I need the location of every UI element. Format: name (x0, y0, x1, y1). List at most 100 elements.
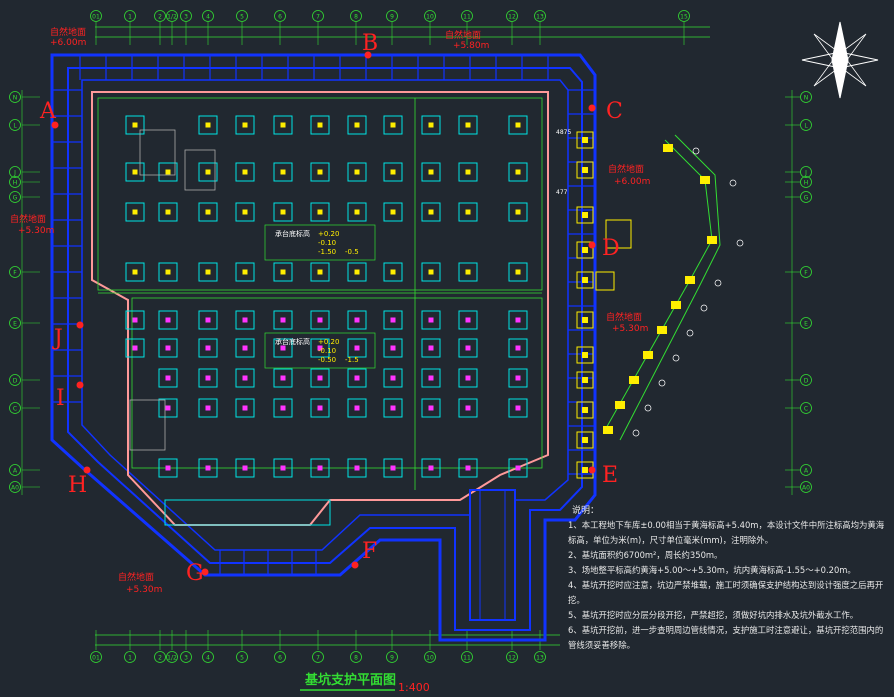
note-6: 6、基坑开挖前，进一步查明周边管线情况，支护施工时注意避让，基坑开挖范围内的管线… (568, 625, 884, 650)
note-lower-3: -0.50 (318, 356, 336, 364)
top-axis-label: 3 (184, 14, 188, 21)
pile-dot (242, 317, 248, 323)
pile-dot (280, 269, 286, 275)
pile-dot (242, 169, 248, 175)
note-5: 5、基坑开挖时应分层分段开挖，严禁超挖，须做好坑内排水及坑外截水工作。 (568, 610, 859, 620)
pile-dot (515, 405, 521, 411)
natural-ground-left: 自然地面 (10, 213, 46, 225)
natural-ground-top-left: 自然地面 (50, 26, 86, 38)
pile-dot (165, 209, 171, 215)
left-axis-label: G (13, 195, 18, 202)
detail-node (671, 301, 681, 309)
pile-dot (515, 209, 521, 215)
pile-dot (132, 169, 138, 175)
detail-node (685, 276, 695, 284)
right-pile-dot (582, 137, 588, 143)
pile-dot (515, 269, 521, 275)
elev-right-upper: +6.00m (614, 177, 650, 187)
pile-dot (280, 209, 286, 215)
note-2: 2、基坑面积约6700m²，周长约350m。 (568, 550, 723, 560)
section-dot (351, 561, 359, 569)
pile-dot (242, 122, 248, 128)
note-3: 3、场地整平标高约黄海+5.00～+5.30m，坑内黄海标高-1.55～+0.2… (568, 565, 856, 575)
right-axis-label: H (804, 180, 809, 187)
top-axis-label: 7 (316, 14, 320, 21)
pile-dot (242, 345, 248, 351)
top-axis-label: 2 (158, 14, 162, 21)
note-upper-4: -0.5 (345, 248, 359, 256)
pile-dot (465, 169, 471, 175)
top-axis-label: 15 (680, 14, 688, 21)
detail-node (700, 176, 710, 184)
pile-dot (242, 375, 248, 381)
pile-dot (165, 465, 171, 471)
bottom-axis-label: 5 (240, 655, 244, 662)
pile-dot (205, 169, 211, 175)
top-axis-label: 01 (92, 14, 100, 21)
elev-bottom-left: +5.30m (126, 585, 162, 595)
section-dot (588, 466, 596, 474)
pile-dot (428, 317, 434, 323)
pile-dot (165, 269, 171, 275)
top-axis-label: 6 (278, 14, 282, 21)
bottom-axis-label: 8 (354, 655, 358, 662)
pile-dot (354, 169, 360, 175)
note-lower-2: -0.10 (318, 347, 336, 355)
right-axis-label: J (804, 170, 807, 177)
pile-dot (280, 169, 286, 175)
pile-dot (465, 375, 471, 381)
pile-dot (205, 345, 211, 351)
pile-dot (205, 122, 211, 128)
pile-dot (428, 169, 434, 175)
pile-dot (205, 375, 211, 381)
drawing-scale: 1:400 (398, 681, 430, 694)
note-lower-1: +0.20 (318, 338, 339, 346)
right-pile-dot (582, 437, 588, 443)
top-axis-label: 4 (206, 14, 210, 21)
pile-dot (280, 375, 286, 381)
pile-dot (354, 317, 360, 323)
pile-dot (390, 317, 396, 323)
right-pile-dot (582, 277, 588, 283)
pile-dot (515, 465, 521, 471)
section-letter: I (56, 386, 65, 411)
pile-dot (354, 405, 360, 411)
section-letter: G (186, 561, 204, 586)
pile-dot (132, 269, 138, 275)
drawing-canvas: 01 1 2 1/2 3 4 5 6 7 8 9 10 11 12 13 15 NLJHGFEDCAA0 NL… (0, 0, 894, 697)
top-axis-label: 8 (354, 14, 358, 21)
left-axis-label: H (13, 180, 18, 187)
section-letter: J (52, 326, 63, 351)
section-letter: H (68, 473, 87, 498)
bottom-axis-label: 4 (206, 655, 210, 662)
natural-ground-right-upper: 自然地面 (608, 163, 644, 175)
pile-dot (354, 345, 360, 351)
section-dot (76, 321, 84, 329)
right-axis-label: D (804, 378, 809, 385)
bottom-axis-label: 3 (184, 655, 188, 662)
pile-dot (317, 375, 323, 381)
section-dot (588, 104, 596, 112)
bottom-axis-label: 13 (536, 655, 544, 662)
pile-dot (465, 209, 471, 215)
section-letter: E (602, 463, 618, 488)
pile-dot (390, 122, 396, 128)
top-axis-label: 13 (536, 14, 544, 21)
right-axis-label: A0 (802, 485, 810, 492)
bottom-axis-label: 9 (390, 655, 394, 662)
top-axis-label: 11 (463, 14, 471, 21)
section-dot (588, 241, 596, 249)
bottom-axis-label: 10 (426, 655, 434, 662)
pile-dot (390, 375, 396, 381)
note-upper-3: -1.50 (318, 248, 336, 256)
pile-dot (317, 269, 323, 275)
left-axis-label: D (13, 378, 18, 385)
top-axis-label: 1/2 (167, 14, 177, 21)
detail-node (707, 236, 717, 244)
pile-dot (317, 169, 323, 175)
pile-dot (428, 269, 434, 275)
detail-node (615, 401, 625, 409)
pile-dot (205, 269, 211, 275)
pile-dot (465, 405, 471, 411)
section-letter: B (362, 31, 378, 56)
